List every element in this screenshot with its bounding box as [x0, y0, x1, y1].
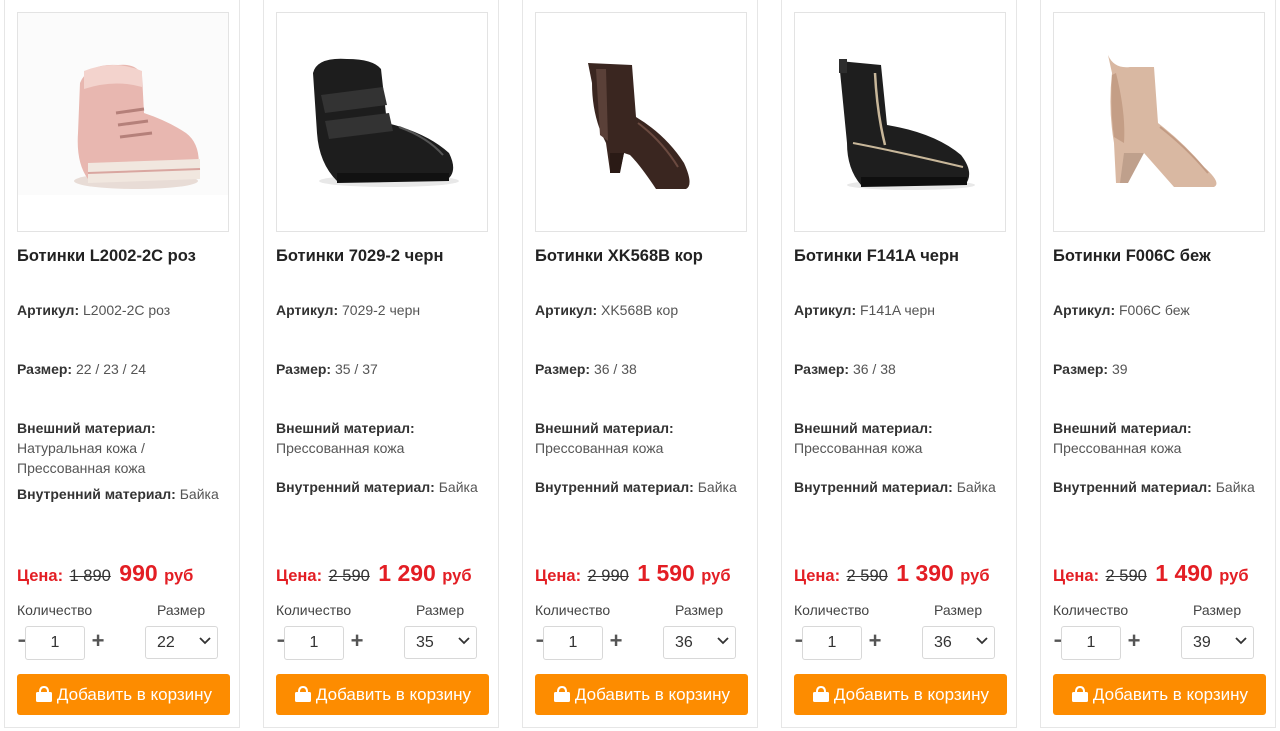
quantity-input[interactable] [25, 626, 85, 660]
product-article: Артикул: F141A черн [794, 302, 935, 318]
chevron-down-icon [458, 637, 470, 645]
size-select[interactable]: 36 [663, 626, 736, 659]
shopping-bag-icon [1071, 686, 1088, 702]
new-price: 1 290 [378, 560, 436, 586]
product-image[interactable] [535, 12, 747, 232]
product-sizes: Размер: 22 / 23 / 24 [17, 361, 147, 377]
size-select[interactable]: 22 [145, 626, 218, 659]
black-velcro-boot-image [313, 58, 459, 187]
old-price: 1 890 [69, 567, 111, 585]
qty-increase-button[interactable]: + [1125, 630, 1143, 652]
black-chelsea-boot-image [839, 59, 975, 190]
size-select[interactable]: 36 [922, 626, 995, 659]
product-sizes: Размер: 35 / 37 [276, 361, 378, 377]
quantity-label: Количество [794, 602, 870, 618]
qty-increase-button[interactable]: + [89, 630, 107, 652]
beige-wedge-boot-image [1108, 55, 1217, 187]
product-inner-material: Внутренний материал: Байка [794, 479, 996, 495]
quantity-input[interactable] [284, 626, 344, 660]
old-price: 2 990 [587, 567, 629, 585]
add-to-cart-button[interactable]: Добавить в корзину [17, 674, 230, 715]
chevron-down-icon [1235, 637, 1247, 645]
shopping-bag-icon [294, 686, 311, 702]
product-card: Ботинки XK568B кор Артикул: XK568B кор Р… [522, 0, 758, 728]
quantity-label: Количество [17, 602, 93, 618]
product-inner-material: Внутренний материал: Байка [1053, 479, 1255, 495]
product-article: Артикул: L2002-2C роз [17, 302, 171, 318]
size-label: Размер [416, 602, 465, 618]
shopping-bag-icon [812, 686, 829, 702]
product-article: Артикул: 7029-2 черн [276, 302, 421, 318]
add-to-cart-button[interactable]: Добавить в корзину [276, 674, 489, 715]
product-grid: Ботинки L2002-2C роз Артикул: L2002-2C р… [0, 0, 1280, 731]
add-to-cart-button[interactable]: Добавить в корзину [794, 674, 1007, 715]
quantity-input[interactable] [1061, 626, 1121, 660]
add-to-cart-button[interactable]: Добавить в корзину [535, 674, 748, 715]
product-inner-material: Внутренний материал: Байка [535, 479, 737, 495]
product-price: Цена: 1 890 990 руб [17, 560, 194, 586]
product-outer-material: Внешний материал: Прессованная кожа [535, 420, 674, 456]
product-sizes: Размер: 36 / 38 [794, 361, 896, 377]
product-image[interactable] [276, 12, 488, 232]
product-price: Цена: 2 590 1 390 руб [794, 560, 990, 586]
old-price: 2 590 [328, 567, 370, 585]
quantity-label: Количество [1053, 602, 1129, 618]
shopping-bag-icon [35, 686, 52, 702]
product-title[interactable]: Ботинки 7029-2 черн [276, 247, 443, 266]
new-price: 1 490 [1155, 560, 1213, 586]
product-outer-material: Внешний материал: Прессованная кожа [276, 420, 415, 456]
product-article: Артикул: F006C беж [1053, 302, 1190, 318]
product-card: Ботинки 7029-2 черн Артикул: 7029-2 черн… [263, 0, 499, 728]
product-price: Цена: 2 590 1 490 руб [1053, 560, 1249, 586]
product-article: Артикул: XK568B кор [535, 302, 679, 318]
size-label: Размер [675, 602, 724, 618]
size-label: Размер [157, 602, 206, 618]
product-title[interactable]: Ботинки F141A черн [794, 247, 959, 266]
product-card: Ботинки F141A черн Артикул: F141A черн Р… [781, 0, 1017, 728]
quantity-input[interactable] [543, 626, 603, 660]
product-outer-material: Внешний материал: Прессованная кожа [1053, 420, 1192, 456]
quantity-input[interactable] [802, 626, 862, 660]
old-price: 2 590 [846, 567, 888, 585]
chevron-down-icon [976, 637, 988, 645]
product-image[interactable] [17, 12, 229, 232]
chevron-down-icon [199, 637, 211, 645]
quantity-label: Количество [535, 602, 611, 618]
product-title[interactable]: Ботинки L2002-2C роз [17, 247, 196, 266]
product-image[interactable] [1053, 12, 1265, 232]
add-to-cart-button[interactable]: Добавить в корзину [1053, 674, 1266, 715]
product-inner-material: Внутренний материал: Байка [17, 486, 219, 502]
shopping-bag-icon [553, 686, 570, 702]
product-image[interactable] [794, 12, 1006, 232]
old-price: 2 590 [1105, 567, 1147, 585]
product-price: Цена: 2 590 1 290 руб [276, 560, 472, 586]
product-title[interactable]: Ботинки XK568B кор [535, 247, 703, 266]
size-label: Размер [934, 602, 983, 618]
qty-increase-button[interactable]: + [348, 630, 366, 652]
product-card: Ботинки F006C беж Артикул: F006C беж Раз… [1040, 0, 1276, 728]
qty-increase-button[interactable]: + [607, 630, 625, 652]
product-outer-material: Внешний материал: Натуральная кожа / Прес… [17, 420, 156, 476]
size-select[interactable]: 39 [1181, 626, 1254, 659]
product-inner-material: Внутренний материал: Байка [276, 479, 478, 495]
product-outer-material: Внешний материал: Прессованная кожа [794, 420, 933, 456]
product-sizes: Размер: 36 / 38 [535, 361, 637, 377]
product-sizes: Размер: 39 [1053, 361, 1128, 377]
size-label: Размер [1193, 602, 1242, 618]
product-card: Ботинки L2002-2C роз Артикул: L2002-2C р… [4, 0, 240, 728]
product-title[interactable]: Ботинки F006C беж [1053, 247, 1211, 266]
pink-kids-boot-image [18, 13, 228, 195]
brown-heel-boot-image [588, 63, 690, 189]
new-price: 1 590 [637, 560, 695, 586]
new-price: 1 390 [896, 560, 954, 586]
size-select[interactable]: 35 [404, 626, 477, 659]
new-price: 990 [119, 560, 158, 586]
product-price: Цена: 2 990 1 590 руб [535, 560, 731, 586]
qty-increase-button[interactable]: + [866, 630, 884, 652]
chevron-down-icon [717, 637, 729, 645]
quantity-label: Количество [276, 602, 352, 618]
